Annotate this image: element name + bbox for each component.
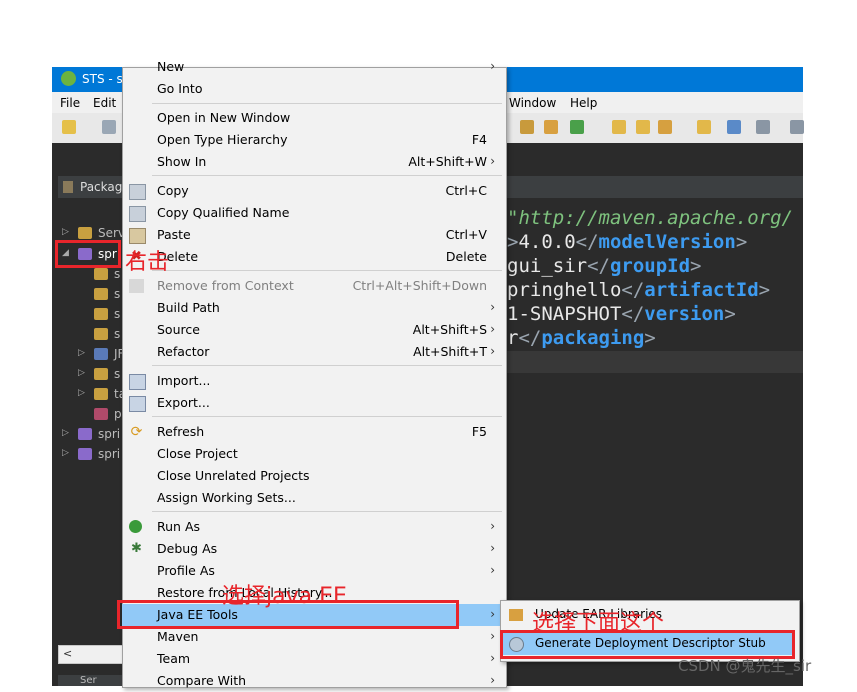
code-line: gui_sir</groupId> [507,255,702,277]
folder-icon [78,227,92,239]
debug-bug-icon: ✱ [131,541,142,556]
tree-row[interactable]: ▷ JF [58,344,128,364]
package-folder-icon [94,268,108,280]
menu-item-source[interactable]: Source Alt+Shift+S › [122,319,505,341]
menu-item-maven[interactable]: Maven › [122,626,505,648]
package-icon [63,181,73,193]
menu-item-import[interactable]: Import... [122,370,505,392]
menu-file[interactable]: File [60,96,80,110]
save-icon[interactable] [102,120,116,134]
menu-item-refresh[interactable]: ⟳ Refresh F5 [122,421,505,443]
maven-project-icon [78,428,92,440]
menu-help[interactable]: Help [570,96,597,110]
folder-icon [94,388,108,400]
menu-separator [152,511,502,512]
code-line: 1-SNAPSHOT</version> [507,303,736,325]
package-folder-icon [94,328,108,340]
menu-item-compare-with[interactable]: Compare With › [122,670,505,692]
menu-separator [152,175,502,176]
code-line: "http://maven.apache.org/ [507,207,793,229]
window-title: STS - s [82,72,123,86]
editor-tab-bar [505,176,803,198]
import-icon [129,374,146,390]
tree-row[interactable]: s [58,324,128,344]
toolbar-icon-b[interactable] [544,120,558,134]
globe-icon[interactable] [727,120,741,134]
scroll-left-button[interactable]: < [63,647,72,660]
menu-edit[interactable]: Edit [93,96,116,110]
remove-context-icon [129,279,144,293]
folder-icon [94,368,108,380]
menu-item-assign-working-sets[interactable]: Assign Working Sets... [122,487,505,509]
menu-item-remove-from-context: Remove from Context Ctrl+Alt+Shift+Down [122,275,505,297]
code-line: pringhello</artifactId> [507,279,771,301]
folder-open-icon[interactable] [636,120,650,134]
folder-icon[interactable] [612,120,626,134]
toolbar-icon-d[interactable] [697,120,711,134]
tree-row[interactable]: ▷ ta [58,384,128,404]
tree-row[interactable]: ▷ spri [58,444,128,464]
menu-separator [152,103,502,104]
menu-item-refactor[interactable]: Refactor Alt+Shift+T › [122,341,505,363]
menu-item-team[interactable]: Team › [122,648,505,670]
pom-file-icon [94,408,108,420]
menu-item-paste[interactable]: Paste Ctrl+V [122,224,505,246]
toolbar-icon-c[interactable] [570,120,584,134]
tree-row[interactable]: ▷ spri [58,424,128,444]
annotation-right-click: 右击 [125,250,170,275]
servers-tab[interactable]: Ser [58,675,124,686]
menu-separator [152,270,502,271]
sts-logo-icon [61,71,76,86]
maven-project-icon [78,448,92,460]
package-explorer-tab[interactable]: Packag [58,176,128,198]
highlight-project-box [55,240,121,268]
menu-item-open-in-new-window[interactable]: Open in New Window [122,107,505,129]
package-folder-icon [94,308,108,320]
tree-row[interactable]: s [58,284,128,304]
code-line: r</packaging> [507,327,656,349]
new-icon[interactable] [62,120,76,134]
export-icon [129,396,146,412]
menu-item-delete[interactable]: ✖ Delete Delete [122,246,505,268]
menu-item-show-in[interactable]: Show In Alt+Shift+W › [122,151,505,173]
toolbar-icon-e[interactable] [756,120,770,134]
menu-separator [152,365,502,366]
menu-item-run-as[interactable]: Run As › [122,516,505,538]
menu-window[interactable]: Window [509,96,556,110]
paste-icon [129,228,146,244]
toolbar-icon-a[interactable] [520,120,534,134]
copy-qualified-name-icon [129,206,146,222]
menu-item-go-into[interactable]: Go Into [122,78,505,100]
code-line: >4.0.0</modelVersion> [507,231,748,253]
watermark: CSDN @鬼先生_sir [678,657,812,675]
package-folder-icon [94,288,108,300]
tree-row[interactable]: ▷ s [58,364,128,384]
menu-item-export[interactable]: Export... [122,392,505,414]
toolbar-icon-f[interactable] [790,120,804,134]
menu-item-debug-as[interactable]: ✱ Debug As › [122,538,505,560]
menu-item-build-path[interactable]: Build Path › [122,297,505,319]
ear-libraries-icon [509,609,523,621]
menu-item-open-type-hierarchy[interactable]: Open Type Hierarchy F4 [122,129,505,151]
tree-row[interactable]: s [58,304,128,324]
menu-item-copy-qualified-name[interactable]: Copy Qualified Name [122,202,505,224]
annotation-choose-below: 选择下面这个 [532,611,665,636]
refresh-icon: ⟳ [130,424,143,440]
menu-item-close-project[interactable]: Close Project [122,443,505,465]
menu-separator [152,416,502,417]
copy-icon [129,184,146,200]
tree-row[interactable]: p [58,404,128,424]
current-line-highlight [505,351,803,373]
horizontal-scrollbar[interactable]: < [58,645,126,664]
package-explorer-tab-label: Packag [80,180,123,194]
run-icon [129,520,142,533]
menu-item-copy[interactable]: Copy Ctrl+C [122,180,505,202]
menu-item-close-unrelated-projects[interactable]: Close Unrelated Projects [122,465,505,487]
annotation-choose-java-ee: 选择java EE [222,584,347,609]
menu-item-new[interactable]: New › [122,56,505,78]
pencil-icon[interactable] [658,120,672,134]
library-icon [94,348,108,360]
